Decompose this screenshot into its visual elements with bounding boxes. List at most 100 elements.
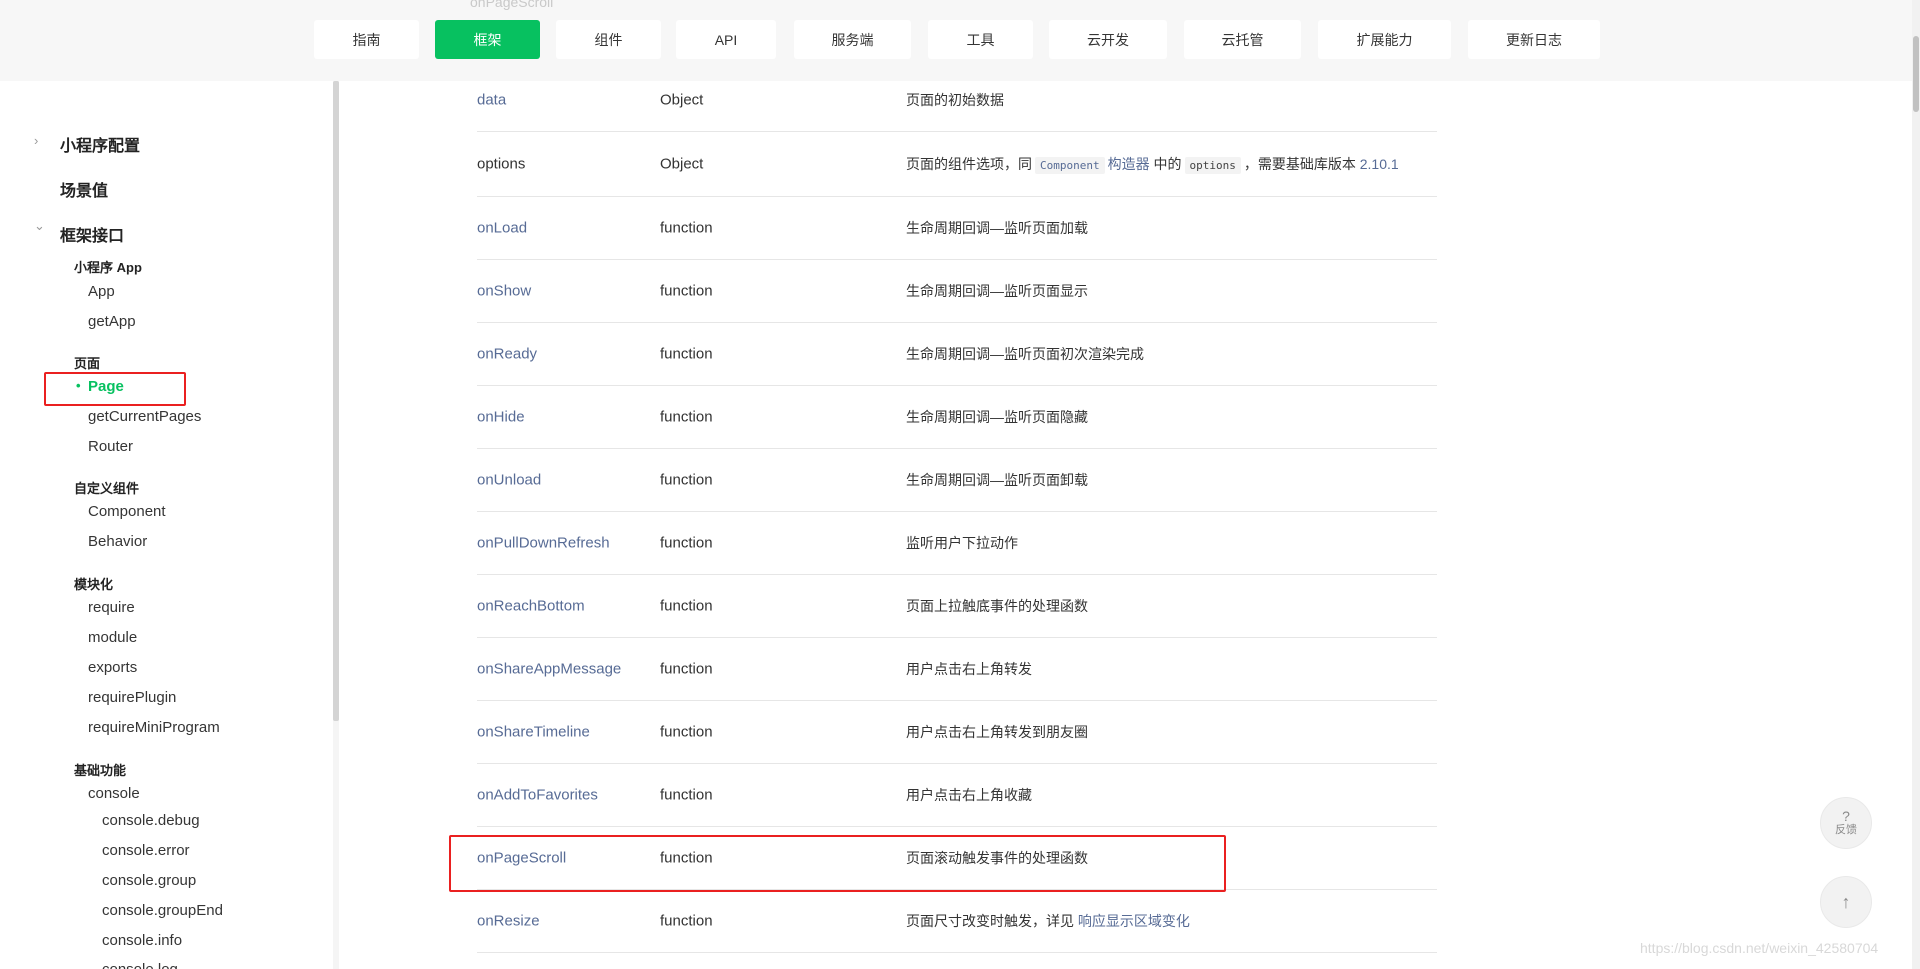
table-row: options Object 页面的组件选项，同 Component 构造器 中的 o…	[477, 132, 1437, 197]
property-name[interactable]: onResize	[477, 913, 540, 930]
desc-text: 页面的组件选项，同	[906, 156, 1032, 172]
scrolled-heading-fragment: onPageScroll	[470, 0, 554, 10]
property-type: function	[660, 723, 713, 741]
sidebar-section-scene-value[interactable]: 场景值	[60, 177, 108, 201]
property-desc: 生命周期回调—监听页面加载	[906, 220, 1088, 236]
sidebar-item-requireminiprogram[interactable]: requireMiniProgram	[88, 719, 220, 736]
sidebar-section-framework-api[interactable]: 框架接口	[60, 222, 124, 246]
desc-text: 中的	[1153, 156, 1182, 172]
feedback-label: 反馈	[1835, 824, 1857, 836]
table-row: onReachBottom function 页面上拉触底事件的处理函数	[477, 575, 1437, 638]
back-to-top-button[interactable]: ↑	[1820, 876, 1872, 928]
sidebar-item-console[interactable]: console	[88, 785, 140, 802]
property-name[interactable]: onShow	[477, 283, 531, 300]
nav-tab-guide[interactable]: 指南	[314, 20, 419, 59]
desc-text: 页面尺寸改变时触发，详见	[906, 913, 1074, 929]
nav-tab-components[interactable]: 组件	[556, 20, 661, 59]
sidebar-group-basics: 基础功能	[74, 763, 127, 778]
sidebar-item-exports[interactable]: exports	[88, 659, 137, 676]
property-name[interactable]: onShareTimeline	[477, 724, 590, 741]
table-row: onUnload function 生命周期回调—监听页面卸载	[477, 449, 1437, 512]
property-type: function	[660, 912, 713, 930]
property-type: function	[660, 597, 713, 615]
sidebar-item-component[interactable]: Component	[88, 503, 166, 520]
property-name: options	[477, 155, 526, 173]
property-desc: 生命周期回调—监听页面显示	[906, 283, 1088, 299]
nav-tab-framework[interactable]: 框架	[435, 20, 540, 59]
sidebar-item-router[interactable]: Router	[88, 438, 133, 455]
nav-tab-api[interactable]: API	[676, 20, 776, 59]
nav-tab-cloud-hosting[interactable]: 云托管	[1184, 20, 1301, 59]
property-name[interactable]: onLoad	[477, 220, 527, 237]
table-row: onReady function 生命周期回调—监听页面初次渲染完成	[477, 323, 1437, 386]
property-name[interactable]: onUnload	[477, 472, 541, 489]
nav-tab-extensions[interactable]: 扩展能力	[1318, 20, 1451, 59]
sidebar-item-console-group[interactable]: console.group	[102, 872, 196, 889]
nav-tab-changelog[interactable]: 更新日志	[1468, 20, 1600, 59]
property-type: function	[660, 282, 713, 300]
property-desc: 用户点击右上角转发	[906, 661, 1032, 677]
property-name[interactable]: onReachBottom	[477, 598, 585, 615]
link-lib-version[interactable]: 2.10.1	[1360, 156, 1399, 172]
nav-tab-cloud-dev[interactable]: 云开发	[1049, 20, 1167, 59]
chevron-right-icon[interactable]: ›	[34, 133, 38, 148]
nav-tab-server[interactable]: 服务端	[794, 20, 911, 59]
property-desc: 页面的组件选项，同 Component 构造器 中的 options ，需要基础库版本 …	[906, 154, 1399, 174]
inline-code-options: options	[1184, 157, 1241, 174]
watermark: https://blog.csdn.net/weixin_42580704	[1640, 940, 1879, 956]
sidebar-item-console-info[interactable]: console.info	[102, 932, 182, 949]
sidebar-scrollbar-thumb[interactable]	[333, 81, 339, 721]
sidebar-item-require[interactable]: require	[88, 599, 135, 616]
property-type: function	[660, 345, 713, 363]
property-type: function	[660, 471, 713, 489]
sidebar-group-custom-component: 自定义组件	[74, 481, 140, 496]
property-type: function	[660, 786, 713, 804]
property-name[interactable]: onShareAppMessage	[477, 661, 621, 678]
property-name[interactable]: onReady	[477, 346, 537, 363]
property-desc: 生命周期回调—监听页面卸载	[906, 472, 1088, 488]
link-constructor[interactable]: 构造器	[1108, 156, 1150, 172]
property-desc: 用户点击右上角转发到朋友圈	[906, 724, 1088, 740]
property-desc: 用户点击右上角收藏	[906, 787, 1032, 803]
property-desc: 监听用户下拉动作	[906, 535, 1018, 551]
feedback-button[interactable]: ? 反馈	[1820, 797, 1872, 849]
sidebar-item-module[interactable]: module	[88, 629, 137, 646]
question-icon: ?	[1842, 808, 1850, 824]
sidebar-item-behavior[interactable]: Behavior	[88, 533, 147, 550]
sidebar-item-console-error[interactable]: console.error	[102, 842, 190, 859]
property-desc: 页面上拉触底事件的处理函数	[906, 598, 1088, 614]
table-row: onPullDownRefresh function 监听用户下拉动作	[477, 512, 1437, 575]
sidebar-section-mp-config[interactable]: 小程序配置	[60, 132, 140, 156]
property-name[interactable]: onPullDownRefresh	[477, 535, 610, 552]
sidebar-group-app: 小程序 App	[74, 260, 142, 275]
property-name[interactable]: onAddToFavorites	[477, 787, 598, 804]
property-type: function	[660, 534, 713, 552]
table-row: onAddToFavorites function 用户点击右上角收藏	[477, 764, 1437, 827]
chevron-down-icon[interactable]: ⌄	[34, 218, 45, 234]
sidebar-item-getcurrentpages[interactable]: getCurrentPages	[88, 408, 201, 425]
property-name[interactable]: data	[477, 91, 506, 108]
nav-tab-tools[interactable]: 工具	[928, 20, 1033, 59]
property-desc: 页面尺寸改变时触发，详见 响应显示区域变化	[906, 911, 1190, 931]
sidebar-item-console-log[interactable]: console.log	[102, 961, 178, 969]
sidebar-item-requireplugin[interactable]: requirePlugin	[88, 689, 176, 706]
sidebar-item-app[interactable]: App	[88, 283, 115, 300]
link-responsive-area[interactable]: 响应显示区域变化	[1078, 913, 1190, 929]
table-row: onShareTimeline function 用户点击右上角转发到朋友圈	[477, 701, 1437, 764]
table-row: onShow function 生命周期回调—监听页面显示	[477, 260, 1437, 323]
property-type: function	[660, 660, 713, 678]
page-scrollbar-track[interactable]	[1912, 0, 1920, 969]
sidebar-item-console-debug[interactable]: console.debug	[102, 812, 200, 829]
table-row: onResize function 页面尺寸改变时触发，详见 响应显示区域变化	[477, 890, 1437, 953]
inline-code-component[interactable]: Component	[1035, 157, 1105, 174]
sidebar-item-getapp[interactable]: getApp	[88, 313, 136, 330]
table-row: data Object 页面的初始数据	[477, 68, 1437, 132]
sidebar-group-page: 页面	[74, 356, 101, 371]
desc-text: ，需要基础库版本	[1243, 156, 1356, 172]
property-name[interactable]: onHide	[477, 409, 525, 426]
sidebar-item-console-groupend[interactable]: console.groupEnd	[102, 902, 223, 919]
table-row: onLoad function 生命周期回调—监听页面加载	[477, 197, 1437, 260]
table-row: onShareAppMessage function 用户点击右上角转发	[477, 638, 1437, 701]
page-scrollbar-thumb[interactable]	[1913, 36, 1919, 112]
sidebar: › 小程序配置 场景值 ⌄ 框架接口 小程序 App App getApp 页面…	[0, 81, 333, 969]
